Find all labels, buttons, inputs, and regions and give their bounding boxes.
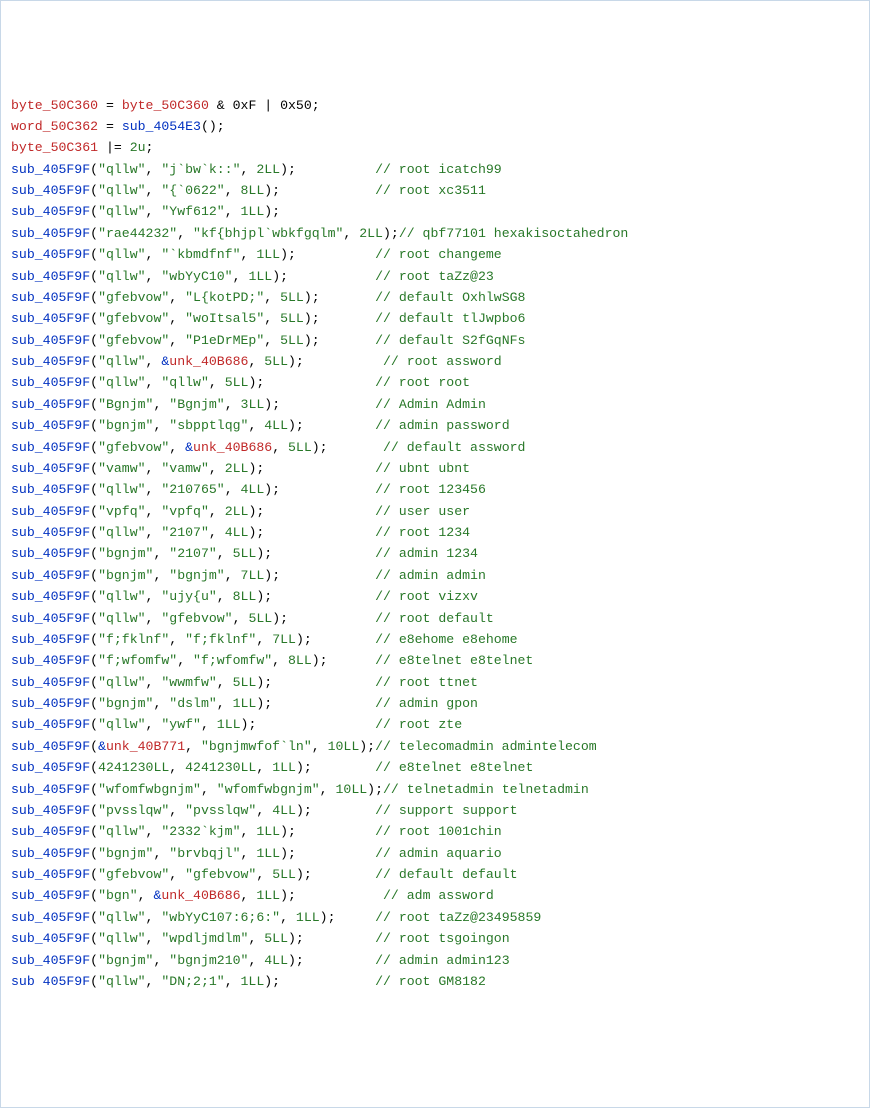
code-line: sub_405F9F("qllw", "gfebvow", 5LL); // r… bbox=[11, 608, 859, 629]
code-line: sub_405F9F("bgnjm", "2107", 5LL); // adm… bbox=[11, 543, 859, 564]
code-line: sub_405F9F("qllw", "j`bw`k::", 2LL); // … bbox=[11, 159, 859, 180]
code-line: sub_405F9F("f;wfomfw", "f;wfomfw", 8LL);… bbox=[11, 650, 859, 671]
code-listing: byte_50C360 = byte_50C360 & 0xF | 0x50;w… bbox=[11, 95, 859, 993]
code-line: sub_405F9F("f;fklnf", "f;fklnf", 7LL); /… bbox=[11, 629, 859, 650]
code-line: sub_405F9F("gfebvow", "L{kotPD;", 5LL); … bbox=[11, 287, 859, 308]
code-line: sub_405F9F("qllw", "{`0622", 8LL); // ro… bbox=[11, 180, 859, 201]
code-line: sub 405F9F("qllw", "DN;2;1", 1LL); // ro… bbox=[11, 971, 859, 992]
code-line: sub_405F9F("bgnjm", "sbpptlqg", 4LL); //… bbox=[11, 415, 859, 436]
code-line: sub_405F9F("bgnjm", "bgnjm210", 4LL); //… bbox=[11, 950, 859, 971]
code-line: sub_405F9F("qllw", "2107", 4LL); // root… bbox=[11, 522, 859, 543]
code-line: sub_405F9F("qllw", "Ywf612", 1LL); bbox=[11, 201, 859, 222]
code-line: byte_50C360 = byte_50C360 & 0xF | 0x50; bbox=[11, 95, 859, 116]
code-line: sub_405F9F("gfebvow", "woItsal5", 5LL); … bbox=[11, 308, 859, 329]
code-line: sub_405F9F("qllw", "qllw", 5LL); // root… bbox=[11, 372, 859, 393]
code-line: sub_405F9F("pvsslqw", "pvsslqw", 4LL); /… bbox=[11, 800, 859, 821]
code-line: sub_405F9F("qllw", "wbYyC10", 1LL); // r… bbox=[11, 266, 859, 287]
code-line: sub_405F9F("Bgnjm", "Bgnjm", 3LL); // Ad… bbox=[11, 394, 859, 415]
code-line: sub_405F9F("qllw", "wwmfw", 5LL); // roo… bbox=[11, 672, 859, 693]
code-line: sub_405F9F("qllw", &unk_40B686, 5LL); //… bbox=[11, 351, 859, 372]
code-line: sub_405F9F("gfebvow", "P1eDrMEp", 5LL); … bbox=[11, 330, 859, 351]
code-line: sub_405F9F(4241230LL, 4241230LL, 1LL); /… bbox=[11, 757, 859, 778]
code-line: sub_405F9F("gfebvow", "gfebvow", 5LL); /… bbox=[11, 864, 859, 885]
code-line: sub_405F9F("qllw", "`kbmdfnf", 1LL); // … bbox=[11, 244, 859, 265]
code-line: sub_405F9F("bgn", &unk_40B686, 1LL); // … bbox=[11, 885, 859, 906]
code-line: sub_405F9F("bgnjm", "dslm", 1LL); // adm… bbox=[11, 693, 859, 714]
code-line: sub_405F9F("qllw", "wbYyC107:6;6:", 1LL)… bbox=[11, 907, 859, 928]
code-line: word_50C362 = sub_4054E3(); bbox=[11, 116, 859, 137]
code-line: sub_405F9F("qllw", "210765", 4LL); // ro… bbox=[11, 479, 859, 500]
code-line: sub_405F9F(&unk_40B771, "bgnjmwfof`ln", … bbox=[11, 736, 859, 757]
code-line: sub_405F9F("wfomfwbgnjm", "wfomfwbgnjm",… bbox=[11, 779, 859, 800]
code-line: sub_405F9F("qllw", "2332`kjm", 1LL); // … bbox=[11, 821, 859, 842]
code-line: byte_50C361 |= 2u; bbox=[11, 137, 859, 158]
code-line: sub_405F9F("bgnjm", "bgnjm", 7LL); // ad… bbox=[11, 565, 859, 586]
code-line: sub_405F9F("qllw", "wpdljmdlm", 5LL); //… bbox=[11, 928, 859, 949]
code-line: sub_405F9F("vpfq", "vpfq", 2LL); // user… bbox=[11, 501, 859, 522]
code-line: sub_405F9F("qllw", "ywf", 1LL); // root … bbox=[11, 714, 859, 735]
code-line: sub_405F9F("bgnjm", "brvbqjl", 1LL); // … bbox=[11, 843, 859, 864]
code-line: sub_405F9F("gfebvow", &unk_40B686, 5LL);… bbox=[11, 437, 859, 458]
code-line: sub_405F9F("vamw", "vamw", 2LL); // ubnt… bbox=[11, 458, 859, 479]
code-line: sub_405F9F("qllw", "ujy{u", 8LL); // roo… bbox=[11, 586, 859, 607]
code-line: sub_405F9F("rae44232", "kf{bhjpl`wbkfgql… bbox=[11, 223, 859, 244]
